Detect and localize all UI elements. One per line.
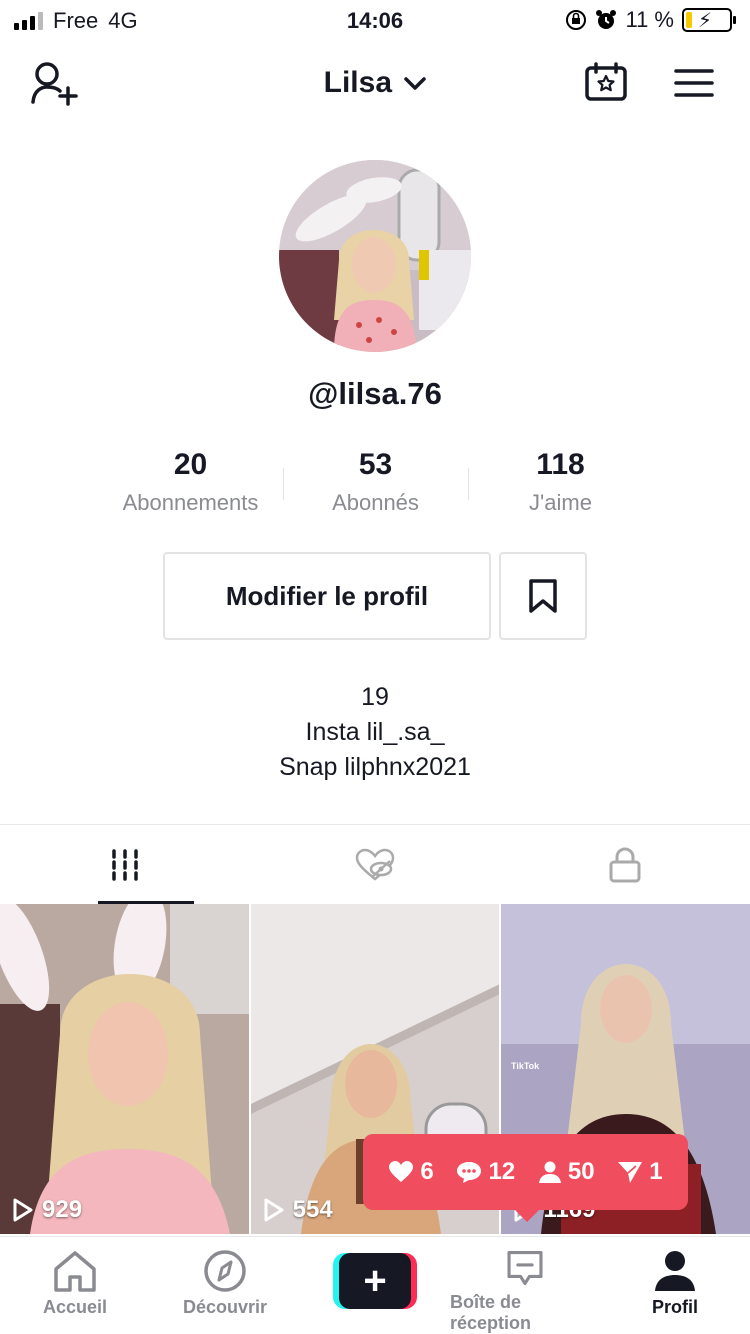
following-count: 20 [173, 448, 208, 481]
svg-text:TikTok: TikTok [511, 1061, 540, 1071]
profile-header: Lilsa [0, 44, 750, 124]
video-preview [0, 904, 249, 1234]
home-icon [54, 1251, 96, 1292]
nav-home[interactable]: Accueil [0, 1237, 150, 1334]
compass-icon [204, 1250, 246, 1292]
likes-count: 118 [536, 448, 585, 481]
activity-notification[interactable]: 6 12 50 1 [363, 1134, 688, 1222]
profile-stats: 20 Abonnements 53 Abonnés 118 J'aime [98, 448, 653, 524]
avatar[interactable] [279, 160, 471, 352]
bio-line: Insta lil_.sa_ [305, 718, 445, 746]
create-button[interactable]: + [333, 1253, 417, 1309]
tab-videos[interactable] [0, 825, 250, 904]
followers-stat[interactable]: 53 Abonnés [283, 448, 468, 524]
lock-icon [609, 847, 641, 882]
comments-notification: 12 [456, 1158, 515, 1186]
likes-notification-count: 6 [420, 1158, 434, 1185]
tab-private[interactable] [500, 825, 750, 904]
nav-discover[interactable]: Découvrir [150, 1237, 300, 1334]
bookmark-icon [529, 579, 557, 613]
play-icon [13, 1198, 33, 1222]
battery-icon: ⚡ [682, 8, 736, 32]
nav-home-label: Accueil [42, 1297, 108, 1317]
chevron-down-icon [404, 77, 427, 90]
bio: 19 Insta lil_.sa_ Snap lilphnx2021 [0, 680, 750, 785]
likes-notification: 6 [388, 1158, 434, 1186]
heart-icon [389, 1161, 414, 1182]
comment-icon [457, 1162, 482, 1183]
nav-create[interactable]: + [300, 1237, 450, 1334]
followers-label: Abonnés [332, 490, 419, 515]
status-bar: Free 4G 14:06 11 % ⚡ [0, 0, 750, 44]
profile-icon [655, 1251, 695, 1291]
plus-icon: + [339, 1253, 411, 1309]
following-stat[interactable]: 20 Abonnements [98, 448, 283, 524]
nav-profile[interactable]: Profil [600, 1237, 750, 1334]
bottom-nav: Accueil Découvrir + Boîte de réception P… [0, 1236, 750, 1334]
mentions-notification: 1 [617, 1158, 663, 1186]
person-icon [538, 1161, 561, 1183]
view-count-value: 554 [292, 1196, 333, 1223]
play-icon [264, 1198, 284, 1222]
mentions-notification-count: 1 [649, 1158, 663, 1185]
avatar-image [279, 160, 471, 352]
view-count-value: 929 [42, 1196, 83, 1223]
nav-inbox[interactable]: Boîte de réception [450, 1237, 600, 1334]
likes-label: J'aime [529, 490, 592, 515]
comments-notification-count: 12 [488, 1158, 516, 1185]
username: @lilsa.76 [308, 376, 442, 411]
account-name: Lilsa [323, 66, 393, 99]
likes-stat[interactable]: 118 J'aime [468, 448, 653, 524]
followers-count: 53 [358, 448, 393, 481]
rotation-lock-icon [566, 10, 587, 30]
nav-profile-label: Profil [651, 1297, 698, 1317]
content-tabs [0, 824, 750, 904]
view-count: 929 [12, 1196, 82, 1224]
following-label: Abonnements [122, 490, 259, 515]
send-icon [618, 1162, 643, 1183]
favorites-button[interactable] [499, 552, 587, 640]
video-thumbnail[interactable]: 929 [0, 904, 249, 1234]
creator-calendar-icon[interactable] [584, 62, 628, 102]
account-switcher[interactable]: Lilsa [0, 66, 750, 100]
edit-profile-button[interactable]: Modifier le profil [163, 552, 491, 640]
hidden-heart-icon [355, 848, 395, 881]
nav-discover-label: Découvrir [182, 1297, 268, 1317]
followers-notification-count: 50 [567, 1158, 595, 1185]
battery-percent: 11 % [625, 7, 674, 32]
view-count: 554 [263, 1196, 333, 1224]
alarm-icon [596, 10, 617, 29]
grid-icon [112, 848, 138, 881]
bio-line: 19 [361, 683, 389, 711]
tab-liked[interactable] [250, 825, 500, 904]
inbox-icon [507, 1250, 543, 1286]
followers-notification: 50 [538, 1158, 595, 1186]
nav-inbox-label: Boîte de réception [450, 1292, 532, 1333]
bio-line: Snap lilphnx2021 [279, 753, 471, 781]
menu-icon[interactable] [674, 68, 714, 98]
